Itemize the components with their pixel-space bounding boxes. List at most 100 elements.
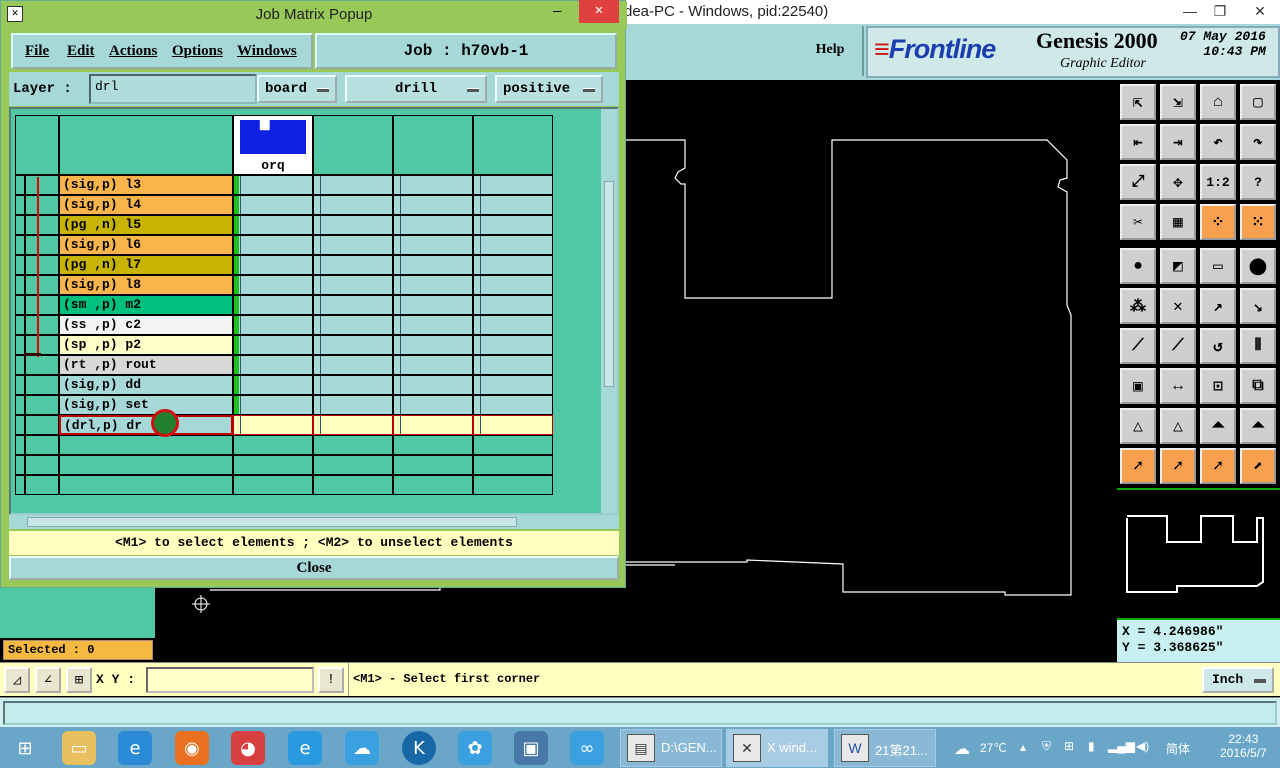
tool-1:2-icon[interactable]: 1:2 <box>1200 164 1236 200</box>
close-window-icon[interactable]: ✕ <box>1242 0 1278 24</box>
tool-help-icon[interactable]: ? <box>1240 164 1276 200</box>
tool-mirror-icon[interactable]: ⫴ <box>1240 328 1276 364</box>
k-app-icon[interactable]: K <box>402 731 436 765</box>
tool-pointer-icon[interactable]: ➚ <box>1120 448 1156 484</box>
matrix-cell[interactable] <box>393 295 473 315</box>
task-gen[interactable]: ▤ D:\GEN... <box>620 729 722 767</box>
menu-windows[interactable]: Windows <box>237 43 297 60</box>
tool-arc-icon[interactable]: ⟋ <box>1160 328 1196 364</box>
tool-move-icon[interactable]: ↗ <box>1200 288 1236 324</box>
matrix-cell[interactable] <box>473 415 553 435</box>
tool-undo-icon[interactable]: ↶ <box>1200 124 1236 160</box>
matrix-cell[interactable] <box>313 415 393 435</box>
network-icon[interactable]: ▂▄▆ <box>1108 739 1135 753</box>
tool-zoom-home-icon[interactable]: ⇱ <box>1120 84 1156 120</box>
matrix-cell[interactable] <box>473 215 553 235</box>
matrix-cell[interactable] <box>393 195 473 215</box>
minimize-icon[interactable]: — <box>553 4 561 20</box>
matrix-cell[interactable] <box>233 375 313 395</box>
matrix-cell[interactable] <box>473 395 553 415</box>
layer-row-label[interactable]: (sm ,p) m2 <box>59 295 233 315</box>
matrix-cell[interactable] <box>313 175 393 195</box>
layer-input[interactable]: drl <box>89 74 257 104</box>
matrix-cell[interactable] <box>233 315 313 335</box>
matrix-cell[interactable] <box>393 355 473 375</box>
matrix-cell[interactable] <box>473 235 553 255</box>
tool-center-icon[interactable]: ✥ <box>1160 164 1196 200</box>
matrix-cell[interactable] <box>233 415 313 435</box>
ime-indicator[interactable]: 简体 <box>1166 740 1190 757</box>
matrix-cell[interactable] <box>393 375 473 395</box>
grid-snap-icon[interactable]: ⊞ <box>66 667 92 693</box>
tool-zoom-out-icon[interactable]: ⇲ <box>1160 84 1196 120</box>
tool-tri-c-icon[interactable]: ⏶ <box>1200 408 1236 444</box>
matrix-cell[interactable] <box>313 215 393 235</box>
layer-row-label[interactable]: (sig,p) l8 <box>59 275 233 295</box>
volume-icon[interactable]: ◀) <box>1136 739 1149 753</box>
tool-snap-b-icon[interactable]: ⁙ <box>1240 204 1276 240</box>
matrix-cell[interactable] <box>473 315 553 335</box>
tool-tri-d-icon[interactable]: ⏶ <box>1240 408 1276 444</box>
tool-fit-icon[interactable]: ⤢ <box>1120 164 1156 200</box>
battery-icon[interactable]: ▮ <box>1088 739 1095 753</box>
zoom-area-icon[interactable]: ◿ <box>4 667 30 693</box>
tool-rotate-icon[interactable]: ↺ <box>1200 328 1236 364</box>
matrix-cell[interactable] <box>313 315 393 335</box>
matrix-cell[interactable] <box>233 275 313 295</box>
tool-cross-icon[interactable]: ✕ <box>1160 288 1196 324</box>
tool-copy-icon[interactable]: ↘ <box>1240 288 1276 324</box>
matrix-cell[interactable] <box>313 395 393 415</box>
popup-titlebar[interactable]: ✕ Job Matrix Popup — ✕ <box>1 0 627 29</box>
matrix-cell[interactable] <box>313 355 393 375</box>
polarity-dropdown[interactable]: positive <box>495 75 603 103</box>
layer-row-label[interactable]: (ss ,p) c2 <box>59 315 233 335</box>
menu-file[interactable]: File <box>25 43 49 60</box>
step-header-orq[interactable]: orq <box>233 115 313 175</box>
matrix-cell[interactable] <box>233 255 313 275</box>
matrix-cell[interactable] <box>233 195 313 215</box>
tool-snap-a-icon[interactable]: ⁘ <box>1200 204 1236 240</box>
matrix-cell[interactable] <box>393 215 473 235</box>
tool-add-pad-icon[interactable]: ▣ <box>1120 368 1156 404</box>
matrix-cell[interactable] <box>393 395 473 415</box>
matrix-cell[interactable] <box>233 235 313 255</box>
browser-icon[interactable]: ◉ <box>175 731 209 765</box>
context-dropdown[interactable]: board <box>257 75 337 103</box>
matrix-cell[interactable] <box>393 415 473 435</box>
tool-align-icon[interactable]: ⊡ <box>1200 368 1236 404</box>
matrix-cell[interactable] <box>313 335 393 355</box>
start-button-icon[interactable]: ⊞ <box>8 731 42 765</box>
tool-tri-a-icon[interactable]: △ <box>1120 408 1156 444</box>
matrix-cell[interactable] <box>393 335 473 355</box>
tool-rect-select-icon[interactable]: ◩ <box>1160 248 1196 284</box>
alert-icon[interactable]: ! <box>318 667 344 693</box>
windows-flag-icon[interactable]: ⊞ <box>1064 739 1074 753</box>
matrix-cell[interactable] <box>233 335 313 355</box>
layer-row-label[interactable]: (sig,p) dd <box>59 375 233 395</box>
tool-pad-icon[interactable]: ⬤ <box>1240 248 1276 284</box>
matrix-cell[interactable] <box>313 275 393 295</box>
tool-pointer-net-icon[interactable]: ⬈ <box>1240 448 1276 484</box>
task-word[interactable]: W 21第21... <box>834 729 936 767</box>
matrix-cell[interactable] <box>473 335 553 355</box>
task-xwindows[interactable]: ✕ X wind... <box>726 729 828 767</box>
tool-tri-b-icon[interactable]: △ <box>1160 408 1196 444</box>
layer-row-label[interactable]: (sig,p) set <box>59 395 233 415</box>
matrix-cell[interactable] <box>233 175 313 195</box>
tool-home-icon[interactable]: ⌂ <box>1200 84 1236 120</box>
matrix-cell[interactable] <box>313 255 393 275</box>
layer-row-label[interactable]: (sp ,p) p2 <box>59 335 233 355</box>
minimap[interactable] <box>1117 488 1280 620</box>
matrix-cell[interactable] <box>393 255 473 275</box>
xy-input[interactable] <box>146 667 314 693</box>
layer-row-label[interactable]: (pg ,n) l7 <box>59 255 233 275</box>
horizontal-scroll-thumb[interactable] <box>27 517 517 527</box>
chat-app-icon[interactable]: ✿ <box>458 731 492 765</box>
layer-row-label[interactable]: (sig,p) l3 <box>59 175 233 195</box>
layer-row-label[interactable]: (drl,p) dr <box>59 415 233 435</box>
matrix-cell[interactable] <box>393 175 473 195</box>
tool-pointer-area-icon[interactable]: ➚ <box>1200 448 1236 484</box>
close-button[interactable]: Close <box>9 556 619 580</box>
matrix-cell[interactable] <box>473 295 553 315</box>
matrix-cell[interactable] <box>313 195 393 215</box>
